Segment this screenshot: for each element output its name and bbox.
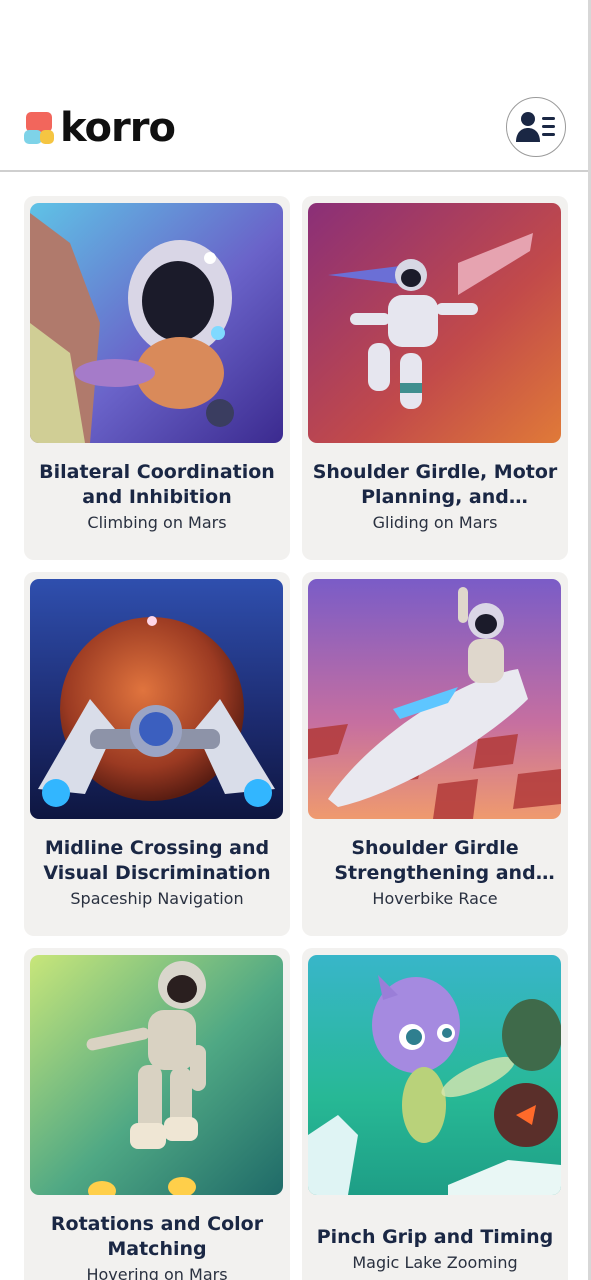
card-title: Rotations and Color Matching: [50, 1213, 264, 1260]
profile-menu-button[interactable]: [506, 97, 566, 157]
alien-sprite-image: [308, 955, 561, 1195]
hoverbike-image: [308, 579, 561, 819]
user-menu-icon: [516, 112, 555, 142]
app-header: korro: [0, 0, 588, 172]
korro-logo[interactable]: korro: [24, 104, 176, 152]
spaceship-mars-image: [30, 579, 283, 819]
activity-card[interactable]: Pinch Grip and Timing Magic Lake Zooming: [302, 948, 568, 1280]
activity-card[interactable]: Bilateral Coordination and Inhibition Cl…: [24, 196, 290, 560]
activity-grid: Bilateral Coordination and Inhibition Cl…: [24, 196, 572, 1280]
card-title: Shoulder Girdle Strengthening and Bilate…: [334, 837, 536, 884]
card-subtitle: Climbing on Mars: [87, 513, 227, 532]
activity-card[interactable]: Shoulder Girdle Strengthening and Bilate…: [302, 572, 568, 936]
card-title: Shoulder Girdle, Motor Planning, and Seq…: [312, 461, 558, 508]
card-subtitle: Magic Lake Zooming: [352, 1252, 518, 1272]
card-subtitle: Gliding on Mars: [372, 513, 498, 532]
card-subtitle: Spaceship Navigation: [70, 889, 244, 908]
astronaut-climbing-image: [30, 203, 283, 443]
brand-name: korro: [60, 105, 176, 151]
card-title: Bilateral Coordination and Inhibition: [39, 461, 275, 508]
activity-card[interactable]: Midline Crossing and Visual Discriminati…: [24, 572, 290, 936]
astronaut-glider-image: [308, 203, 561, 443]
activity-card[interactable]: Shoulder Girdle, Motor Planning, and Seq…: [302, 196, 568, 560]
logo-mark-icon: [24, 108, 58, 148]
card-subtitle: Hoverbike Race: [372, 889, 498, 908]
card-title: Pinch Grip and Timing: [316, 1225, 554, 1248]
activity-card[interactable]: Rotations and Color Matching Hovering on…: [24, 948, 290, 1280]
card-subtitle: Hovering on Mars: [86, 1265, 228, 1280]
card-title: Midline Crossing and Visual Discriminati…: [43, 837, 271, 884]
astronaut-hover-image: [30, 955, 283, 1195]
